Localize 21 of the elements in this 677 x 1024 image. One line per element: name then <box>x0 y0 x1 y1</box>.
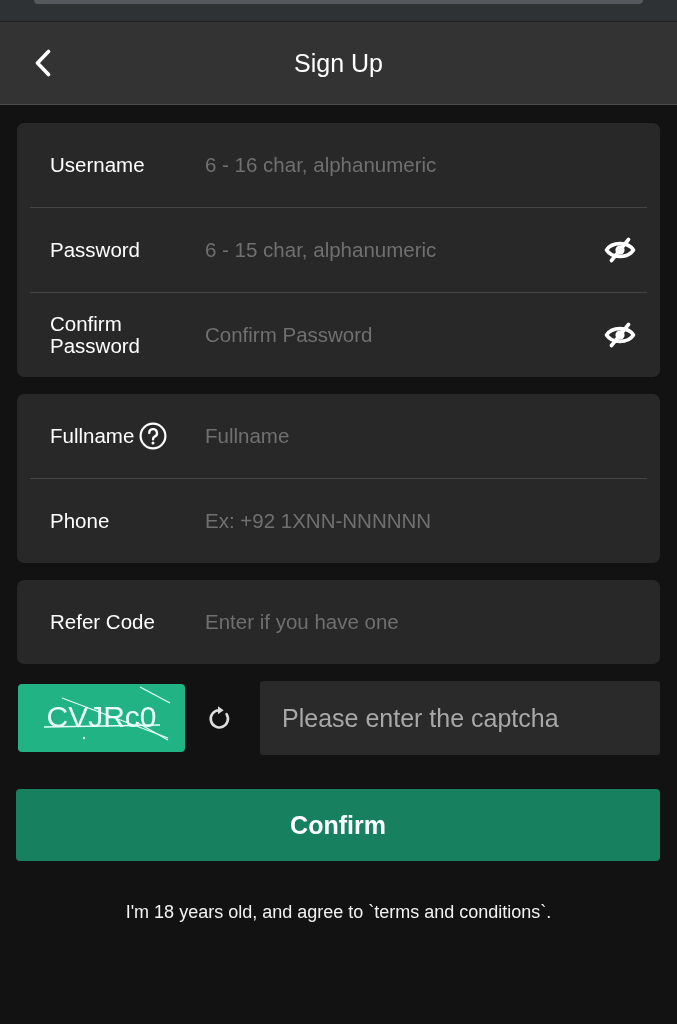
password-field[interactable]: Confirm Password <box>205 321 596 349</box>
captcha-field[interactable]: Please enter the captcha <box>260 681 660 755</box>
page-title: Sign Up <box>294 48 383 78</box>
input-field[interactable]: Enter if you have one <box>205 608 636 636</box>
password-field[interactable]: 6 - 15 char, alphanumeric <box>205 236 596 264</box>
eye-slash-icon[interactable] <box>604 322 636 348</box>
eye-slash-icon[interactable] <box>604 237 636 263</box>
refresh-icon[interactable] <box>206 705 232 731</box>
confirm-button[interactable]: Confirm <box>16 789 660 861</box>
input-field[interactable]: 6 - 16 char, alphanumeric <box>205 151 636 179</box>
field-label: Phone <box>50 510 110 532</box>
field-label: Confirm Password <box>50 313 141 357</box>
input-field[interactable]: Fullname <box>205 422 636 450</box>
field-label: Refer Code <box>50 611 155 633</box>
field-label: Username <box>50 154 145 176</box>
terms-text: I'm 18 years old, and agree to `terms and conditions`. <box>124 901 553 923</box>
field-label: Password <box>50 239 140 261</box>
input-field[interactable]: Ex: +92 1XNN-NNNNNN <box>205 507 636 535</box>
help-icon[interactable] <box>139 422 168 450</box>
field-label: Fullname <box>50 425 135 447</box>
back-icon[interactable] <box>34 49 52 77</box>
